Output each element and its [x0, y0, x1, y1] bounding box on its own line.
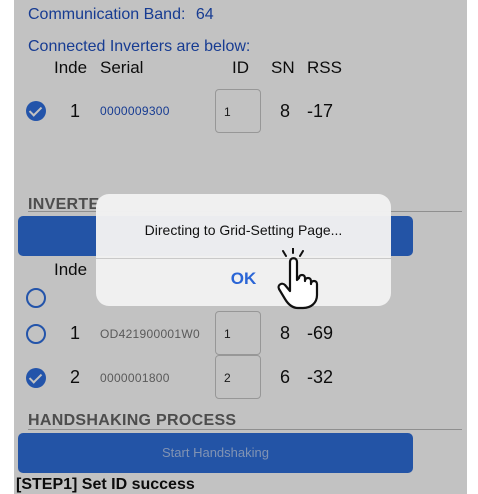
- checkmark-circle-icon[interactable]: [26, 368, 46, 388]
- row-index: 1: [70, 323, 81, 343]
- header-serial: Serial: [100, 58, 144, 77]
- start-handshaking-button[interactable]: Start Handshaking: [18, 433, 413, 473]
- status-message: [STEP1] Set ID success: [16, 476, 195, 493]
- row-index: 2: [70, 367, 81, 387]
- radio-circle-icon[interactable]: [26, 324, 46, 344]
- header-rss: RSS: [307, 58, 342, 77]
- band-label: Communication Band:: [28, 6, 186, 23]
- header-index: Inde: [54, 58, 88, 77]
- row-sn: 6: [280, 367, 291, 387]
- row-serial: 0000001800: [100, 371, 170, 385]
- row-index: 1: [70, 101, 81, 121]
- connected-inverters-label: Connected Inverters are below:: [28, 38, 251, 55]
- header-id: ID: [232, 58, 249, 77]
- row-rss: -32: [307, 367, 334, 387]
- id-input[interactable]: 1: [215, 89, 261, 133]
- row-sn: 8: [280, 101, 291, 121]
- ok-button[interactable]: OK: [96, 258, 391, 306]
- dialog-message: Directing to Grid-Setting Page...: [144, 222, 343, 238]
- communication-band: Communication Band: 64: [28, 6, 214, 24]
- header-sn: SN: [271, 58, 295, 77]
- id-input[interactable]: 2: [215, 355, 261, 399]
- radio-circle-icon[interactable]: [26, 288, 46, 308]
- scan-header-index: Inde: [54, 260, 88, 279]
- alert-dialog: Directing to Grid-Setting Page... OK: [96, 194, 391, 306]
- row-serial: OD421900001W0: [100, 327, 200, 341]
- row-sn: 8: [280, 323, 291, 343]
- hand-pointer-icon: [277, 248, 319, 310]
- row-serial: 0000009300: [100, 104, 170, 118]
- checkmark-circle-icon[interactable]: [26, 101, 46, 121]
- band-value: 64: [195, 6, 214, 23]
- app-screen: Communication Band: 64 Connected Inverte…: [14, 0, 467, 494]
- row-rss: -17: [307, 101, 334, 121]
- id-input[interactable]: 1: [215, 311, 261, 355]
- handshaking-divider: [28, 429, 462, 430]
- row-rss: -69: [307, 323, 334, 343]
- start-handshaking-label: Start Handshaking: [162, 445, 269, 460]
- handshaking-title: HANDSHAKING PROCESS: [28, 412, 237, 429]
